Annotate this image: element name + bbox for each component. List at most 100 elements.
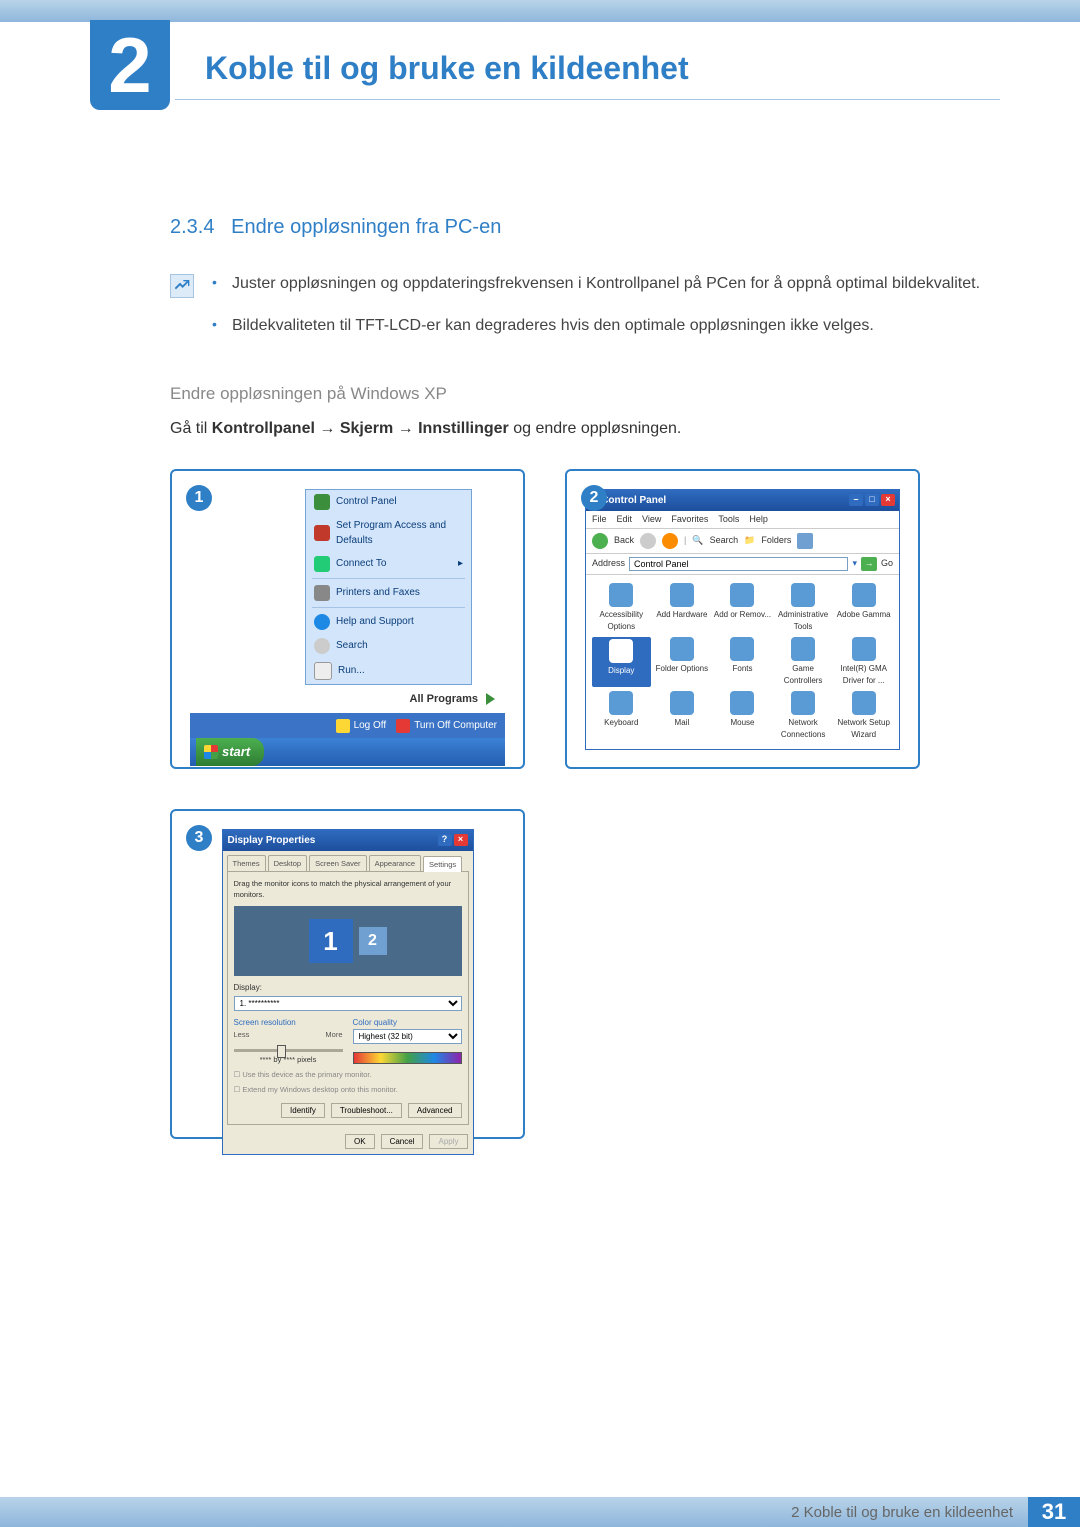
control-panel-item[interactable]: Game Controllers xyxy=(774,637,833,687)
control-panel-item[interactable]: Mouse xyxy=(713,691,772,741)
start-item-printers[interactable]: Printers and Faxes xyxy=(306,581,471,605)
cp-item-label: Fonts xyxy=(713,663,772,675)
cp-item-label: Game Controllers xyxy=(774,663,833,687)
control-panel-item[interactable]: Add Hardware xyxy=(653,583,712,633)
identify-button[interactable]: Identify xyxy=(281,1103,325,1118)
address-label: Address xyxy=(592,557,625,571)
control-panel-item[interactable]: Intel(R) GMA Driver for ... xyxy=(834,637,893,687)
menu-edit[interactable]: Edit xyxy=(617,513,633,527)
logoff-button[interactable]: Log Off xyxy=(336,718,387,733)
resolution-slider[interactable] xyxy=(234,1049,343,1052)
address-input[interactable] xyxy=(629,557,848,571)
cp-item-icon xyxy=(609,691,633,715)
control-panel-item[interactable]: Administrative Tools xyxy=(774,583,833,633)
start-item-help[interactable]: Help and Support xyxy=(306,610,471,634)
display-properties-window: Display Properties ? × ThemesDesktopScre… xyxy=(222,829,474,1156)
minimize-button[interactable]: – xyxy=(849,494,863,506)
monitor-1[interactable]: 1 xyxy=(309,919,353,963)
cp-item-label: Intel(R) GMA Driver for ... xyxy=(834,663,893,687)
primary-monitor-checkbox[interactable]: ☐ Use this device as the primary monitor… xyxy=(234,1069,462,1080)
section-heading: 2.3.4 Endre oppløsningen fra PC-en xyxy=(170,212,1000,242)
menu-view[interactable]: View xyxy=(642,513,661,527)
up-icon[interactable] xyxy=(662,533,678,549)
start-item-control-panel[interactable]: Control Panel xyxy=(306,490,471,514)
tab-instruction: Drag the monitor icons to match the phys… xyxy=(234,878,462,901)
set-program-icon xyxy=(314,525,330,541)
control-panel-item[interactable]: Add or Remov... xyxy=(713,583,772,633)
go-button[interactable]: → xyxy=(861,557,877,571)
control-panel-item[interactable]: Network Setup Wizard xyxy=(834,691,893,741)
control-panel-window: ⊞ Control Panel – □ × File Edit View Fav… xyxy=(585,489,900,751)
troubleshoot-button[interactable]: Troubleshoot... xyxy=(331,1103,402,1118)
color-quality-label: Color quality xyxy=(353,1017,462,1029)
step-panel-1: 1 Control Panel Set Program Access and D… xyxy=(170,469,525,769)
chapter-header: 2 Koble til og bruke en kildeenhet xyxy=(0,22,1080,102)
control-panel-item[interactable]: Display xyxy=(592,637,651,687)
monitor-2[interactable]: 2 xyxy=(359,927,387,955)
search-icon[interactable]: 🔍 xyxy=(692,534,703,548)
cancel-button[interactable]: Cancel xyxy=(381,1134,424,1149)
menu-tools[interactable]: Tools xyxy=(718,513,739,527)
apply-button[interactable]: Apply xyxy=(429,1134,467,1149)
cp-item-icon xyxy=(852,637,876,661)
cp-item-label: Mouse xyxy=(713,717,772,729)
address-dropdown-icon[interactable]: ▾ xyxy=(852,557,857,571)
start-item-run[interactable]: Run... xyxy=(306,658,471,684)
menu-file[interactable]: File xyxy=(592,513,607,527)
tab-themes[interactable]: Themes xyxy=(227,855,266,871)
start-item-connect-to[interactable]: Connect To▸ xyxy=(306,552,471,576)
instruction-paragraph: Gå til Kontrollpanel → Skjerm → Innstill… xyxy=(170,417,1000,441)
close-button[interactable]: × xyxy=(881,494,895,506)
folders-icon[interactable]: 📁 xyxy=(744,534,755,548)
color-preview xyxy=(353,1052,462,1064)
tab-screen-saver[interactable]: Screen Saver xyxy=(309,855,366,871)
cp-item-label: Display xyxy=(594,665,649,677)
control-panel-item[interactable]: Network Connections xyxy=(774,691,833,741)
cp-item-label: Adobe Gamma xyxy=(834,609,893,621)
menu-favorites[interactable]: Favorites xyxy=(671,513,708,527)
control-panel-item[interactable]: Adobe Gamma xyxy=(834,583,893,633)
resolution-value: **** by **** pixels xyxy=(234,1054,343,1065)
cp-item-icon xyxy=(730,583,754,607)
tab-desktop[interactable]: Desktop xyxy=(268,855,308,871)
display-select[interactable]: 1. ********** xyxy=(234,996,462,1011)
start-button[interactable]: start xyxy=(196,738,264,766)
start-item-set-program[interactable]: Set Program Access and Defaults xyxy=(306,514,471,552)
start-item-search[interactable]: Search xyxy=(306,634,471,658)
tab-settings[interactable]: Settings xyxy=(423,856,462,872)
control-panel-item[interactable]: Folder Options xyxy=(653,637,712,687)
maximize-button[interactable]: □ xyxy=(865,494,879,506)
tab-appearance[interactable]: Appearance xyxy=(369,855,421,871)
control-panel-item[interactable]: Fonts xyxy=(713,637,772,687)
views-icon[interactable] xyxy=(797,533,813,549)
section-number: 2.3.4 xyxy=(170,216,214,238)
cp-item-icon xyxy=(670,637,694,661)
extend-desktop-checkbox[interactable]: ☐ Extend my Windows desktop onto this mo… xyxy=(234,1084,462,1095)
cp-item-icon xyxy=(730,691,754,715)
control-panel-item[interactable]: Accessibility Options xyxy=(592,583,651,633)
menu-help[interactable]: Help xyxy=(749,513,768,527)
control-panel-item[interactable]: Keyboard xyxy=(592,691,651,741)
control-panel-item[interactable]: Mail xyxy=(653,691,712,741)
control-panel-grid: Accessibility OptionsAdd HardwareAdd or … xyxy=(586,575,899,749)
note-icon xyxy=(170,274,194,298)
menu-bar: File Edit View Favorites Tools Help xyxy=(586,511,899,530)
ok-button[interactable]: OK xyxy=(345,1134,375,1149)
logoff-icon xyxy=(336,719,350,733)
color-quality-select[interactable]: Highest (32 bit) xyxy=(353,1029,462,1044)
monitor-arrangement[interactable]: 1 2 xyxy=(234,906,462,976)
advanced-button[interactable]: Advanced xyxy=(408,1103,462,1118)
printers-icon xyxy=(314,585,330,601)
cp-item-label: Network Connections xyxy=(774,717,833,741)
cp-item-icon xyxy=(791,691,815,715)
header-divider xyxy=(175,99,1000,100)
all-programs-button[interactable]: All Programs xyxy=(190,685,505,714)
help-button[interactable]: ? xyxy=(438,834,452,846)
cp-item-label: Mail xyxy=(653,717,712,729)
footer-text: 2 Koble til og bruke en kildeenhet xyxy=(791,1497,1028,1527)
windows-flag-icon xyxy=(204,745,218,759)
turnoff-button[interactable]: Turn Off Computer xyxy=(396,718,497,733)
forward-icon[interactable] xyxy=(640,533,656,549)
close-button[interactable]: × xyxy=(454,834,468,846)
back-icon[interactable] xyxy=(592,533,608,549)
